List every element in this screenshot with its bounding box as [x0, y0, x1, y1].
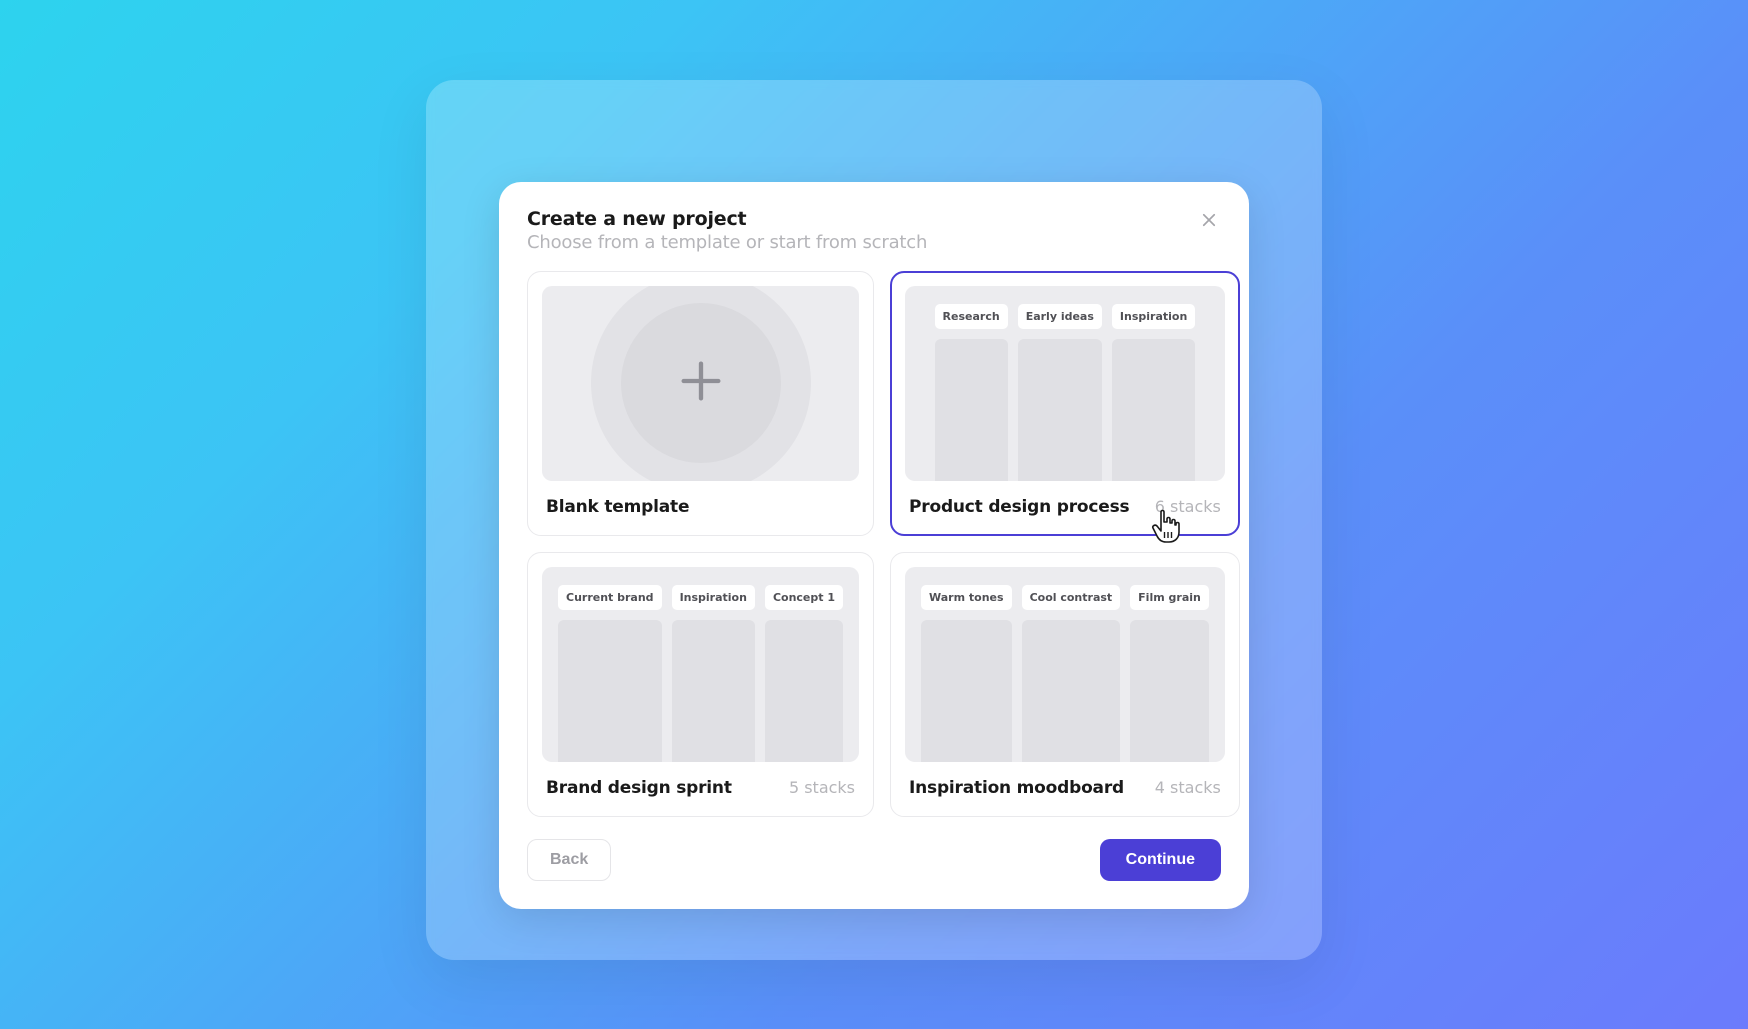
stack-label: Cool contrast	[1022, 585, 1121, 610]
stack-body	[1130, 620, 1209, 762]
modal-subtitle: Choose from a template or start from scr…	[527, 232, 1221, 253]
template-preview	[542, 286, 859, 481]
template-title: Inspiration moodboard	[909, 778, 1124, 798]
stack-column: Inspiration	[1112, 304, 1195, 481]
template-card-inspiration-moodboard[interactable]: Warm tones Cool contrast Film grain	[890, 552, 1240, 817]
stack-column: Early ideas	[1018, 304, 1102, 481]
template-card-blank[interactable]: Blank template	[527, 271, 874, 536]
template-card-product-design[interactable]: Research Early ideas Inspiration	[890, 271, 1240, 536]
stack-column: Inspiration	[672, 585, 755, 762]
template-title: Blank template	[546, 497, 689, 517]
stack-body	[672, 620, 755, 762]
template-meta: 5 stacks	[789, 778, 855, 797]
stack-body	[558, 620, 662, 762]
plus-icon	[675, 355, 727, 411]
stack-body	[935, 339, 1008, 481]
card-footer: Inspiration moodboard 4 stacks	[905, 778, 1225, 798]
stack-label: Film grain	[1130, 585, 1209, 610]
stack-column: Film grain	[1130, 585, 1209, 762]
template-title: Product design process	[909, 497, 1129, 517]
stack-label: Warm tones	[921, 585, 1012, 610]
template-meta: 6 stacks	[1155, 497, 1221, 516]
stack-label: Current brand	[558, 585, 662, 610]
template-meta: 4 stacks	[1155, 778, 1221, 797]
template-preview: Warm tones Cool contrast Film grain	[905, 567, 1225, 762]
stack-label: Research	[935, 304, 1008, 329]
stack-label: Concept 1	[765, 585, 843, 610]
card-footer: Blank template	[542, 497, 859, 517]
card-footer: Product design process 6 stacks	[905, 497, 1225, 517]
stack-label: Early ideas	[1018, 304, 1102, 329]
create-project-modal: Create a new project Choose from a templ…	[499, 182, 1249, 909]
stack-column: Research	[935, 304, 1008, 481]
close-icon	[1200, 211, 1218, 233]
template-title: Brand design sprint	[546, 778, 732, 798]
stack-column: Current brand	[558, 585, 662, 762]
stack-body	[921, 620, 1012, 762]
template-preview: Current brand Inspiration Concept 1	[542, 567, 859, 762]
stack-label: Inspiration	[672, 585, 755, 610]
template-preview: Research Early ideas Inspiration	[905, 286, 1225, 481]
modal-actions: Back Continue	[527, 839, 1221, 881]
template-card-brand-sprint[interactable]: Current brand Inspiration Concept 1	[527, 552, 874, 817]
stack-body	[1112, 339, 1195, 481]
stack-column: Warm tones	[921, 585, 1012, 762]
stack-body	[1018, 339, 1102, 481]
modal-header: Create a new project Choose from a templ…	[527, 208, 1221, 253]
stack-column: Cool contrast	[1022, 585, 1121, 762]
stack-body	[1022, 620, 1121, 762]
continue-button[interactable]: Continue	[1100, 839, 1221, 881]
close-button[interactable]	[1195, 208, 1223, 236]
card-footer: Brand design sprint 5 stacks	[542, 778, 859, 798]
stack-label: Inspiration	[1112, 304, 1195, 329]
back-button[interactable]: Back	[527, 839, 611, 881]
template-grid: Blank template Research Early ideas	[527, 271, 1221, 817]
outer-panel: Create a new project Choose from a templ…	[426, 80, 1322, 960]
stack-body	[765, 620, 843, 762]
stack-column: Concept 1	[765, 585, 843, 762]
modal-title: Create a new project	[527, 208, 1221, 230]
